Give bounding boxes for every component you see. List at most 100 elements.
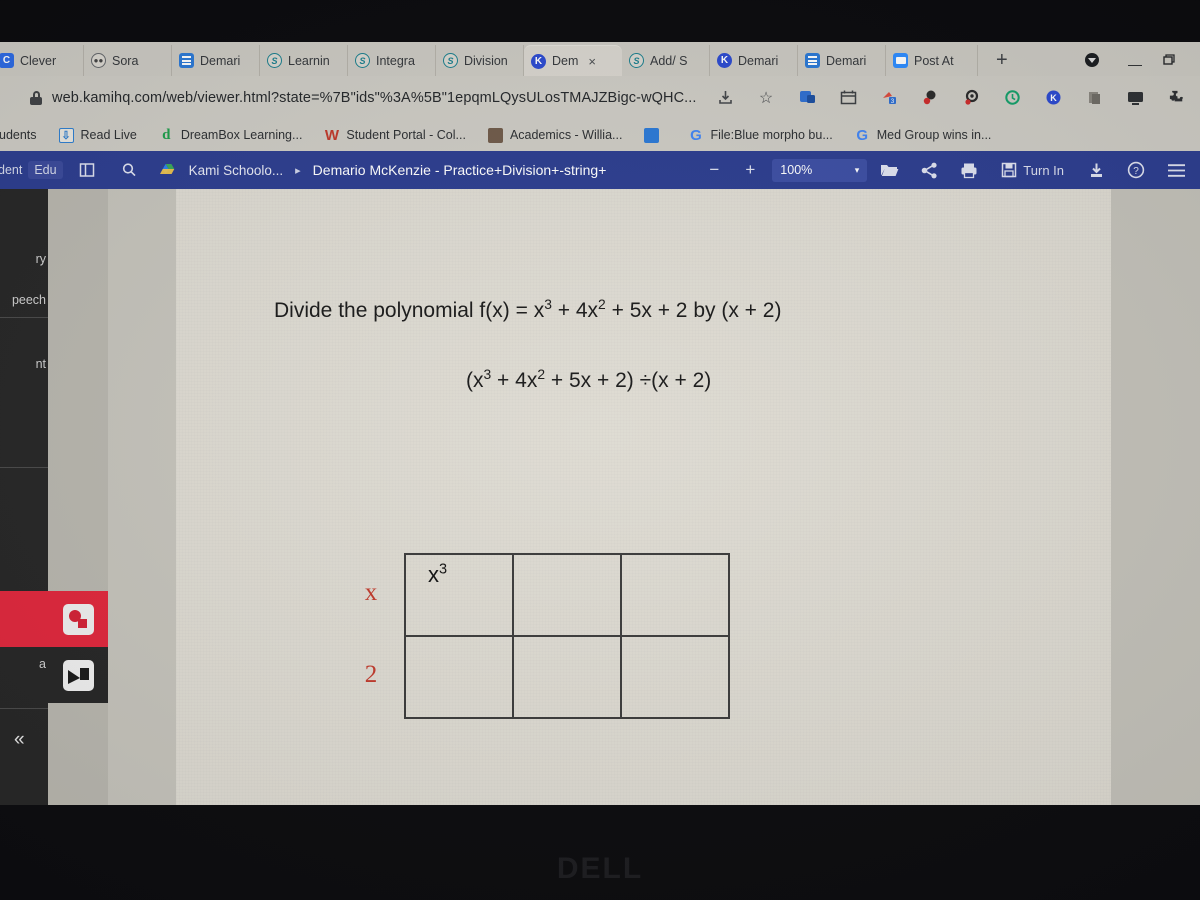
tab-label: Sora [112, 53, 139, 68]
chevron-right-icon: ▸ [295, 164, 301, 177]
browser-tab-demari-docs-2[interactable]: Demari [798, 45, 886, 76]
browser-tab-kami-active[interactable]: K Dem × [524, 45, 622, 76]
google-docs-icon [179, 53, 194, 68]
translate-icon[interactable] [797, 87, 818, 108]
kami-extension-icon[interactable]: K [1043, 87, 1064, 108]
bookmark-star-icon[interactable]: ☆ [756, 87, 777, 108]
help-circle-icon[interactable]: ? [1122, 157, 1150, 183]
download-icon[interactable] [715, 87, 736, 108]
chevron-updown-icon: ▾ [854, 164, 860, 175]
shape-tool-icon [62, 659, 94, 691]
zoom-in-button[interactable]: + [736, 157, 764, 183]
download-icon[interactable] [1082, 157, 1110, 183]
tool-label-speech[interactable]: peech [12, 293, 46, 307]
grid-cell-r2c3[interactable] [620, 635, 730, 719]
turn-in-label: Turn In [1023, 162, 1064, 178]
browser-tab-add-s[interactable]: S Add/ S [622, 45, 710, 76]
browser-address-bar[interactable]: web.kamihq.com/web/viewer.html?state=%7B… [0, 76, 1200, 119]
minimize-button[interactable]: — [1128, 56, 1142, 72]
page-left-gutter [108, 189, 176, 805]
table-row [404, 635, 730, 719]
schoology-icon: S [443, 53, 458, 68]
bookmark-academics[interactable]: Academics - Willia... [477, 127, 634, 143]
tool-label-library[interactable]: ry [36, 252, 46, 266]
zoom-icon [893, 53, 908, 68]
grid-cell-r1c1[interactable]: x3 [404, 553, 514, 637]
open-folder-icon[interactable] [875, 157, 903, 183]
extension-green-icon[interactable] [1002, 87, 1023, 108]
bookmark-dreambox[interactable]: d DreamBox Learning... [148, 127, 314, 143]
area-model-grid[interactable]: x3 [404, 553, 730, 719]
collapse-sidebar-icon[interactable]: « [14, 729, 25, 751]
wordpress-icon: W [324, 126, 339, 144]
grid-cell-r2c1[interactable] [404, 635, 514, 719]
turn-in-button[interactable]: Turn In [995, 162, 1070, 178]
expression-exponent-2: 2 [537, 366, 546, 382]
document-page[interactable]: Divide the polynomial f(x) = x3 + 4x2 + … [176, 189, 1111, 805]
extension-gray-icon[interactable] [1084, 87, 1105, 108]
bookmark-blue-morpho[interactable]: G File:Blue morpho bu... [677, 127, 843, 144]
kami-icon: K [717, 53, 732, 68]
zoom-level-select[interactable]: 100% ▾ [772, 158, 868, 182]
comment-tool-button[interactable] [48, 591, 108, 647]
grid-cell-r2c2[interactable] [512, 635, 622, 719]
tool-selected-highlight[interactable] [0, 591, 48, 647]
tool-label-area[interactable]: a [39, 657, 46, 671]
calendar-icon[interactable] [838, 87, 859, 108]
kami-document-viewer: Divide the polynomial f(x) = x3 + 4x2 + … [48, 189, 1200, 805]
restore-button[interactable] [1160, 52, 1176, 73]
dell-brand-text: DELL [556, 852, 644, 885]
extension-dark-icon[interactable] [920, 87, 941, 108]
tab-label: Demari [200, 53, 241, 68]
kami-drive-label[interactable]: Kami Schoolo... [189, 163, 284, 178]
extension-red-icon[interactable]: 3 [879, 87, 900, 108]
browser-tab-post-at[interactable]: Post At [886, 45, 978, 76]
expression-mid-1: + 4x [491, 369, 538, 392]
browser-tab-integral[interactable]: S Integra [348, 45, 436, 76]
print-icon[interactable] [955, 157, 983, 183]
expression-mid-2: + 5x + 2) ÷(x + 2) [545, 369, 712, 392]
browser-tab-sora[interactable]: ●● Sora [84, 45, 172, 76]
browser-tab-division[interactable]: S Division [436, 45, 524, 76]
grid-cell-r1c3[interactable] [620, 553, 730, 637]
browser-tab-demari-kami[interactable]: K Demari [710, 45, 798, 76]
cast-icon[interactable] [1125, 87, 1146, 108]
area-model-grid-wrapper: x 2 x3 [365, 553, 730, 719]
bookmark-student-portal[interactable]: W Student Portal - Col... [313, 126, 477, 144]
sidebar-panel-icon[interactable] [73, 157, 101, 183]
expression-prefix: (x [466, 369, 484, 392]
tool-label-text[interactable]: nt [36, 357, 46, 371]
grid-cell-r1c2[interactable] [512, 553, 622, 637]
bookmark-label: Student Portal - Col... [346, 128, 466, 142]
share-icon[interactable] [915, 157, 943, 183]
profile-dot-icon[interactable] [1085, 53, 1099, 67]
browser-tab-clever[interactable]: C Clever [0, 45, 84, 76]
zoom-out-button[interactable]: − [700, 157, 728, 183]
kami-document-title: Demario McKenzie - Practice+Division+-st… [312, 162, 607, 178]
clever-icon: C [0, 53, 14, 68]
kami-chip-edu[interactable]: Edu [28, 161, 63, 179]
kami-chip-dent[interactable]: dent [0, 161, 28, 179]
hamburger-menu-icon[interactable] [1162, 157, 1190, 183]
tab-label: Clever [20, 53, 57, 68]
new-tab-button[interactable]: + [996, 50, 1008, 70]
bookmark-udents[interactable]: udents [0, 128, 48, 142]
tab-label: Demari [826, 53, 867, 68]
shape-tool-button[interactable] [48, 647, 108, 703]
bookmark-read-live[interactable]: ⇩ Read Live [48, 127, 148, 143]
search-icon[interactable] [115, 157, 143, 183]
browser-tab-demari-docs[interactable]: Demari [172, 45, 260, 76]
extension-target-icon[interactable] [961, 87, 982, 108]
question-prefix: Divide the polynomial f(x) = x [274, 299, 545, 322]
browser-tab-learning[interactable]: S Learnin [260, 45, 348, 76]
lock-icon [30, 90, 42, 105]
bookmark-label: Med Group wins in... [876, 128, 992, 142]
google-docs-icon [644, 127, 660, 143]
close-icon[interactable]: × [588, 54, 596, 69]
extensions-puzzle-icon[interactable] [1166, 87, 1187, 108]
expression-text: (x3 + 4x2 + 5x + 2) ÷(x + 2) [466, 366, 712, 393]
bookmarks-bar: udents ⇩ Read Live d DreamBox Learning..… [0, 119, 1200, 151]
bookmark-docs[interactable] [633, 127, 677, 143]
google-drive-icon[interactable] [155, 157, 183, 183]
bookmark-med-group[interactable]: G Med Group wins in... [844, 127, 1003, 144]
